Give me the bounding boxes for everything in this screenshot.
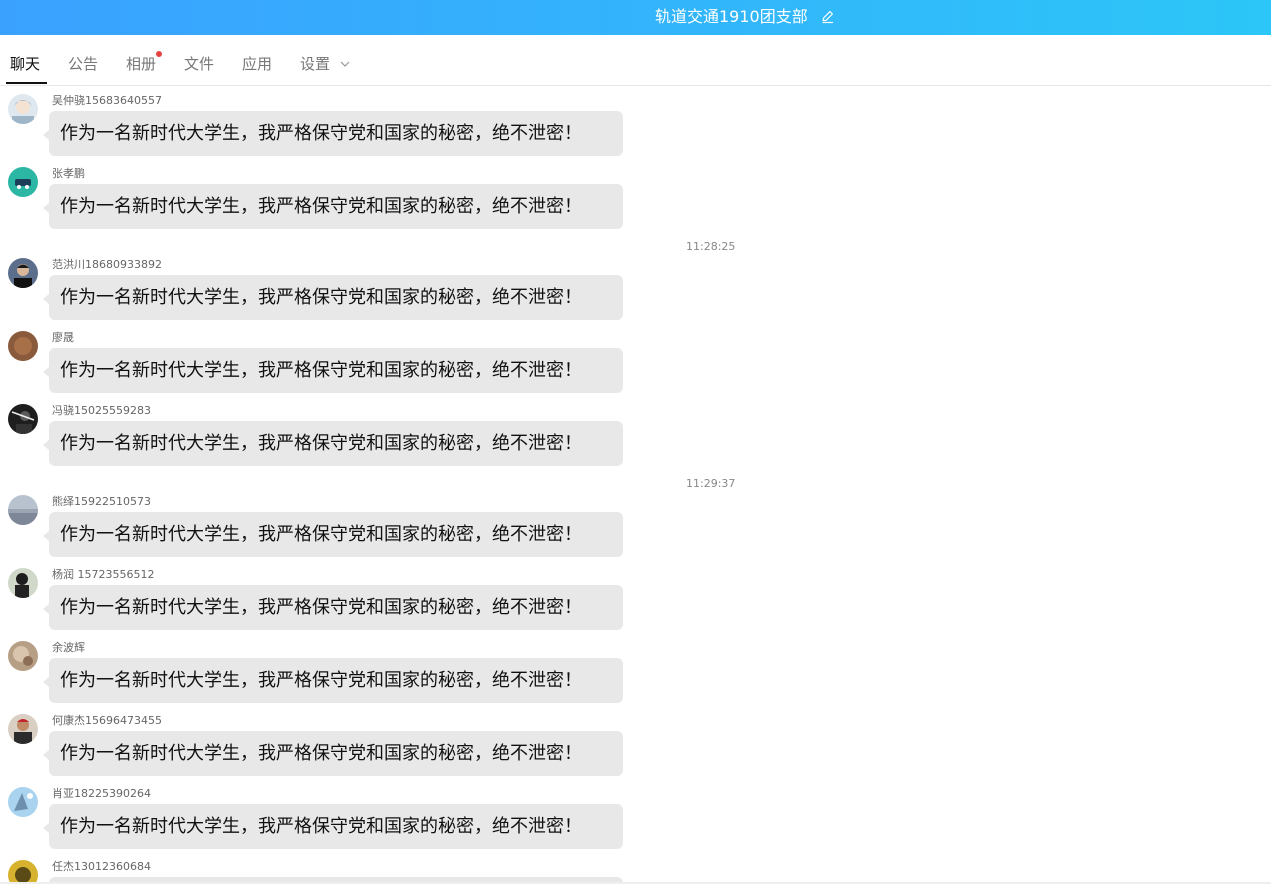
sender-name: 任杰13012360684 <box>52 860 151 873</box>
edit-pencil-icon[interactable] <box>820 9 835 24</box>
message-item: 廖晟 作为一名新时代大学生，我严格保守党和国家的秘密，绝不泄密！ <box>0 323 760 393</box>
message-bubble[interactable]: 作为一名新时代大学生，我严格保守党和国家的秘密，绝不泄密！ <box>49 731 623 776</box>
chevron-down-icon <box>340 61 350 67</box>
message-bubble[interactable]: 作为一名新时代大学生，我严格保守党和国家的秘密，绝不泄密！ <box>49 585 623 630</box>
sender-name: 张孝鹏 <box>52 167 85 180</box>
sender-name: 吴仲骁15683640557 <box>52 94 162 107</box>
message-item: 熊绎15922510573 作为一名新时代大学生，我严格保守党和国家的秘密，绝不… <box>0 487 760 557</box>
sender-name: 余波辉 <box>52 641 85 654</box>
message-bubble[interactable]: 作为一名新时代大学生，我严格保守党和国家的秘密，绝不泄密！ <box>49 348 623 393</box>
message-item: 范洪川18680933892 作为一名新时代大学生，我严格保守党和国家的秘密，绝… <box>0 250 760 320</box>
sender-name: 廖晟 <box>52 331 74 344</box>
avatar[interactable] <box>8 331 38 361</box>
message-item: 张孝鹏 作为一名新时代大学生，我严格保守党和国家的秘密，绝不泄密！ <box>0 159 760 229</box>
message-item: 何康杰15696473455 作为一名新时代大学生，我严格保守党和国家的秘密，绝… <box>0 706 760 776</box>
message-item: 余波辉 作为一名新时代大学生，我严格保守党和国家的秘密，绝不泄密！ <box>0 633 760 703</box>
message-bubble[interactable]: 作为一名新时代大学生，我严格保守党和国家的秘密，绝不泄密！ <box>49 184 623 229</box>
sender-name: 何康杰15696473455 <box>52 714 162 727</box>
tab-apps[interactable]: 应用 <box>242 54 272 74</box>
tab-settings-label: 设置 <box>300 55 331 73</box>
message-item: 冯骁15025559283 作为一名新时代大学生，我严格保守党和国家的秘密，绝不… <box>0 396 760 466</box>
tab-chat[interactable]: 聊天 <box>10 54 40 74</box>
message-item: 吴仲骁15683640557 作为一名新时代大学生，我严格保守党和国家的秘密，绝… <box>0 86 760 156</box>
active-tab-indicator <box>6 82 47 84</box>
message-bubble[interactable]: 作为一名新时代大学生，我严格保守党和国家的秘密，绝不泄密！ <box>49 658 623 703</box>
message-item: 任杰13012360684 <box>0 852 760 882</box>
tab-album[interactable]: 相册 <box>126 51 163 74</box>
tab-settings[interactable]: 设置 <box>300 54 352 74</box>
message-item: 肖亚18225390264 作为一名新时代大学生，我严格保守党和国家的秘密，绝不… <box>0 779 760 849</box>
avatar[interactable] <box>8 495 38 525</box>
avatar[interactable] <box>8 94 38 124</box>
avatar[interactable] <box>8 860 38 882</box>
chat-header: 轨道交通1910团支部 <box>0 0 1271 35</box>
tab-album-label: 相册 <box>126 55 157 73</box>
avatar[interactable] <box>8 167 38 197</box>
avatar[interactable] <box>8 404 38 434</box>
tab-announcement[interactable]: 公告 <box>68 54 98 74</box>
avatar[interactable] <box>8 714 38 744</box>
tab-bar: 聊天 公告 相册 文件 应用 设置 <box>0 35 1271 86</box>
message-bubble[interactable]: 作为一名新时代大学生，我严格保守党和国家的秘密，绝不泄密！ <box>49 512 623 557</box>
notification-dot <box>156 51 163 57</box>
sender-name: 杨润 15723556512 <box>52 568 155 581</box>
avatar[interactable] <box>8 568 38 598</box>
message-list[interactable]: 吴仲骁15683640557 作为一名新时代大学生，我严格保守党和国家的秘密，绝… <box>0 86 1271 882</box>
avatar[interactable] <box>8 641 38 671</box>
sender-name: 范洪川18680933892 <box>52 258 162 271</box>
message-bubble[interactable]: 作为一名新时代大学生，我严格保守党和国家的秘密，绝不泄密！ <box>49 275 623 320</box>
avatar[interactable] <box>8 787 38 817</box>
sender-name: 熊绎15922510573 <box>52 495 151 508</box>
sender-name: 冯骁15025559283 <box>52 404 151 417</box>
message-bubble[interactable]: 作为一名新时代大学生，我严格保守党和国家的秘密，绝不泄密！ <box>49 111 623 156</box>
group-title: 轨道交通1910团支部 <box>655 7 808 26</box>
message-bubble[interactable]: 作为一名新时代大学生，我严格保守党和国家的秘密，绝不泄密！ <box>49 421 623 466</box>
sender-name: 肖亚18225390264 <box>52 787 151 800</box>
tab-files[interactable]: 文件 <box>184 54 214 74</box>
message-bubble[interactable]: 作为一名新时代大学生，我严格保守党和国家的秘密，绝不泄密！ <box>49 804 623 849</box>
message-item: 杨润 15723556512 作为一名新时代大学生，我严格保守党和国家的秘密，绝… <box>0 560 760 630</box>
avatar[interactable] <box>8 258 38 288</box>
